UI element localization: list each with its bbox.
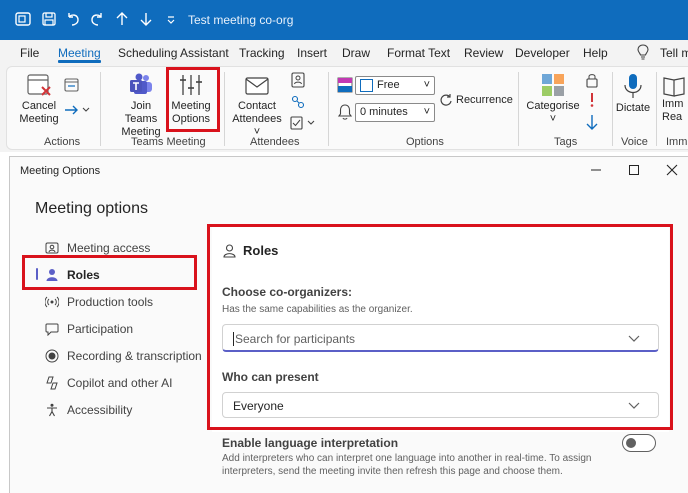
tab-draw[interactable]: Draw [342,46,370,60]
tab-scheduling-assistant[interactable]: Scheduling Assistant [118,46,229,60]
reminder-select[interactable]: 0 minutes ˅ [355,103,435,122]
dictate-button[interactable]: Dictate [614,72,652,115]
page-title: Meeting options [35,200,148,217]
customize-toolbar-icon[interactable] [162,10,180,28]
calendar-forward-icon[interactable] [64,78,80,95]
broadcast-icon [45,296,59,308]
check-names-icon[interactable] [290,94,306,113]
group-label-actions: Actions [44,136,81,148]
tab-review[interactable]: Review [464,46,503,60]
forward-arrow-icon[interactable] [64,104,90,119]
cancel-meeting-button[interactable]: Cancel Meeting [16,72,62,126]
response-options-icon[interactable] [290,116,318,133]
accessibility-icon [47,403,57,417]
arrow-down-icon[interactable] [137,10,155,28]
language-interpretation-description-1: Add interpreters who can interpret one l… [222,453,592,464]
high-importance-icon[interactable] [587,92,597,111]
language-interpretation-toggle[interactable] [622,434,656,452]
group-label-voice: Voice [621,136,648,148]
tab-tracking[interactable]: Tracking [239,46,285,60]
address-book-icon[interactable] [291,72,305,91]
tab-format-text[interactable]: Format Text [387,46,450,60]
menu-bar: File Meeting Scheduling Assistant Tracki… [0,40,688,64]
window-title: Test meeting co-org [188,13,294,27]
join-teams-meeting-button[interactable]: Join Teams Meeting [114,72,168,139]
sidebar-item-production-tools[interactable]: Production tools [45,294,185,312]
redo-icon[interactable] [88,10,106,28]
mail-icon [245,77,269,95]
sidebar-item-accessibility[interactable]: Accessibility [45,402,185,420]
reminder-bell-icon [337,103,353,124]
language-interpretation-label: Enable language interpretation [222,436,399,450]
immersive-reader-button[interactable]: Imm Rea [662,72,688,124]
highlight-roles-nav [22,255,197,290]
language-interpretation-description-2: interpreters, send the meeting invite th… [222,466,563,477]
low-importance-icon[interactable] [585,114,599,135]
recurrence-icon [439,93,453,110]
categorise-button[interactable]: Categorise ˅ [526,72,580,126]
tab-tell-me[interactable]: Tell m [660,46,688,60]
group-label-attendees: Attendees [250,136,300,148]
categorise-icon [542,74,564,96]
lightbulb-icon[interactable] [636,44,650,63]
undo-icon[interactable] [64,10,82,28]
minimize-icon[interactable] [588,162,604,178]
close-icon[interactable] [664,162,680,178]
recurrence-button[interactable]: Recurrence [439,93,513,110]
chevron-down-icon: ˅ [423,79,430,91]
tab-developer[interactable]: Developer [515,46,570,60]
sidebar-item-copilot[interactable]: Copilot and other AI [45,375,185,393]
save-icon[interactable] [40,10,58,28]
microphone-icon [624,74,642,98]
group-label-tags: Tags [554,136,578,148]
tab-meeting[interactable]: Meeting [58,46,101,60]
active-tab-indicator [58,60,101,63]
title-bar: Test meeting co-org [0,0,688,40]
show-as-color-icon [337,77,353,96]
calendar-cancel-icon [27,74,51,96]
meeting-access-icon [45,242,59,254]
tab-help[interactable]: Help [583,46,608,60]
outlook-app-icon [14,10,32,28]
group-label-immersive: Imm [666,136,688,148]
highlight-meeting-options [166,67,220,132]
immersive-reader-icon [663,77,685,97]
copilot-icon [46,376,58,390]
chat-icon [45,323,59,336]
group-label-teams-meeting: Teams Meeting [131,136,206,148]
dialog-title: Meeting Options [20,165,101,177]
private-lock-icon[interactable] [585,72,599,91]
arrow-up-icon[interactable] [113,10,131,28]
free-color-swatch [360,79,373,95]
record-icon [45,349,59,363]
tab-file[interactable]: File [20,46,39,60]
highlight-roles-panel [207,224,673,430]
maximize-icon[interactable] [626,162,642,178]
group-label-options: Options [406,136,444,148]
contact-attendees-button[interactable]: Contact Attendees ˅ [228,74,286,139]
teams-icon [130,73,152,94]
sidebar-item-recording-transcription[interactable]: Recording & transcription [45,348,210,366]
show-as-select[interactable]: Free ˅ [355,76,435,95]
chevron-down-icon: ˅ [423,106,430,118]
tab-insert[interactable]: Insert [297,46,327,60]
sidebar-item-participation[interactable]: Participation [45,321,185,339]
